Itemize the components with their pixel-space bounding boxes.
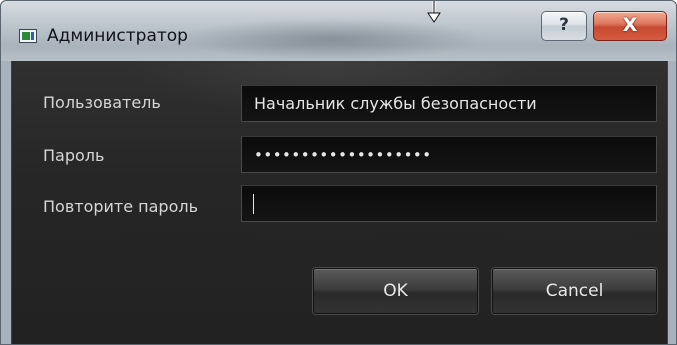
help-button[interactable]: ? [541,11,587,41]
dialog-client-area: Пользователь Начальник службы безопаснос… [11,61,668,344]
close-button[interactable]: X [593,11,667,41]
password-label: Пароль [43,146,105,165]
app-window-icon [19,29,37,43]
dialog-window: Администратор ? X Пользователь Начальник… [0,0,677,345]
ok-button[interactable]: OK [313,268,478,314]
help-icon: ? [559,15,569,35]
resize-down-arrow-icon [427,1,441,23]
password-value: ••••••••••••••••••• [254,146,432,164]
close-icon: X [622,14,638,36]
cancel-button[interactable]: Cancel [492,268,657,314]
repeat-password-field[interactable] [241,185,657,222]
user-field[interactable]: Начальник службы безопасности [241,85,657,122]
repeat-password-label: Повторите пароль [43,197,199,216]
text-cursor [253,194,254,214]
password-field[interactable]: ••••••••••••••••••• [241,136,657,173]
user-value: Начальник службы безопасности [254,94,537,113]
window-title: Администратор [47,26,188,46]
title-bar[interactable]: Администратор ? X [1,1,676,61]
user-label: Пользователь [43,93,161,112]
